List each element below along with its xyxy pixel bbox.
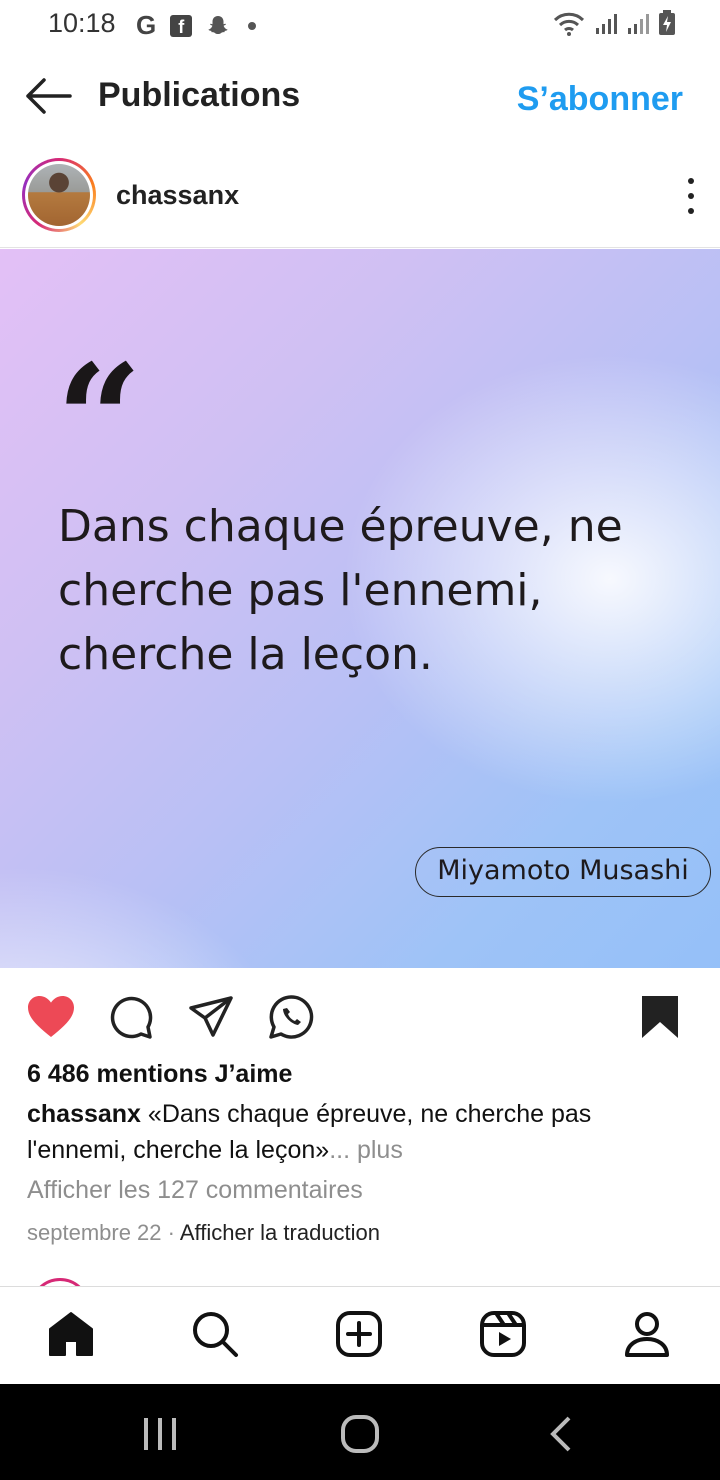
signal-icon	[596, 14, 617, 34]
tab-create[interactable]	[334, 1309, 384, 1359]
share-button[interactable]	[188, 994, 238, 1040]
tab-profile[interactable]	[622, 1309, 672, 1359]
avatar	[28, 164, 90, 226]
search-icon	[193, 1312, 238, 1357]
caption: chassanx «Dans chaque épreuve, ne cherch…	[27, 1096, 677, 1168]
post-image[interactable]: “ Dans chaque épreuve, ne cherche pas l'…	[0, 249, 720, 968]
page-title: Publications	[98, 76, 301, 114]
top-bar: Publications S’abonner	[0, 50, 720, 142]
caption-more-link[interactable]: ... plus	[329, 1136, 403, 1164]
status-indicators	[552, 10, 676, 36]
story-ring[interactable]	[22, 158, 96, 232]
date-separator: ·	[161, 1220, 180, 1245]
comment-button[interactable]	[108, 994, 158, 1040]
save-button[interactable]	[640, 994, 690, 1040]
battery-icon	[659, 10, 675, 35]
wifi-icon	[553, 12, 585, 36]
bottom-tab-bar	[0, 1286, 720, 1384]
caption-username[interactable]: chassanx	[27, 1100, 141, 1128]
home-nav-button[interactable]	[340, 1414, 380, 1454]
status-app-icons: G f	[136, 10, 257, 41]
facebook-icon: f	[170, 14, 193, 37]
likes-count[interactable]: 6 486 mentions J’aime	[27, 1060, 292, 1089]
add-post-icon	[336, 1311, 382, 1357]
heart-icon	[28, 996, 74, 1037]
tab-search[interactable]	[190, 1309, 240, 1359]
translate-link[interactable]: Afficher la traduction	[180, 1220, 380, 1245]
back-arrow-icon	[26, 78, 72, 114]
quote-mark: “	[56, 332, 143, 508]
quote-text: Dans chaque épreuve, ne cherche pas l'en…	[58, 501, 623, 680]
whatsapp-share-button[interactable]	[268, 994, 318, 1040]
view-comments-link[interactable]: Afficher les 127 commentaires	[27, 1176, 363, 1205]
home-icon	[49, 1312, 93, 1356]
tab-reels[interactable]	[478, 1309, 528, 1359]
post-actions	[0, 980, 720, 1056]
whatsapp-icon	[269, 995, 314, 1039]
tab-home[interactable]	[46, 1309, 96, 1359]
back-button[interactable]	[24, 76, 72, 116]
notification-dot-icon	[248, 21, 257, 30]
home-circle-icon	[341, 1415, 379, 1453]
more-options-icon[interactable]	[684, 178, 698, 214]
system-nav-bar	[0, 1384, 720, 1480]
reels-icon	[480, 1311, 526, 1357]
recent-apps-icon	[144, 1418, 176, 1450]
back-nav-button[interactable]	[542, 1414, 582, 1454]
profile-icon	[625, 1312, 669, 1357]
comment-icon	[110, 996, 153, 1039]
signal-icon-2	[628, 14, 649, 34]
date-row: septembre 22 · Afficher la traduction	[27, 1220, 380, 1246]
back-chevron-icon	[550, 1416, 571, 1452]
post-header: chassanx	[0, 142, 720, 248]
status-bar: 10:18 G f	[0, 0, 720, 50]
bookmark-icon	[642, 996, 678, 1038]
quote-author: Miyamoto Musashi	[415, 847, 711, 897]
like-button[interactable]	[26, 994, 76, 1040]
status-time: 10:18	[48, 8, 116, 38]
google-icon: G	[136, 10, 157, 40]
subscribe-button[interactable]: S’abonner	[517, 80, 683, 119]
snapchat-icon	[206, 14, 230, 38]
recent-apps-button[interactable]	[140, 1414, 180, 1454]
post-username[interactable]: chassanx	[116, 180, 239, 211]
post-date: septembre 22	[27, 1220, 162, 1245]
send-icon	[189, 996, 233, 1037]
